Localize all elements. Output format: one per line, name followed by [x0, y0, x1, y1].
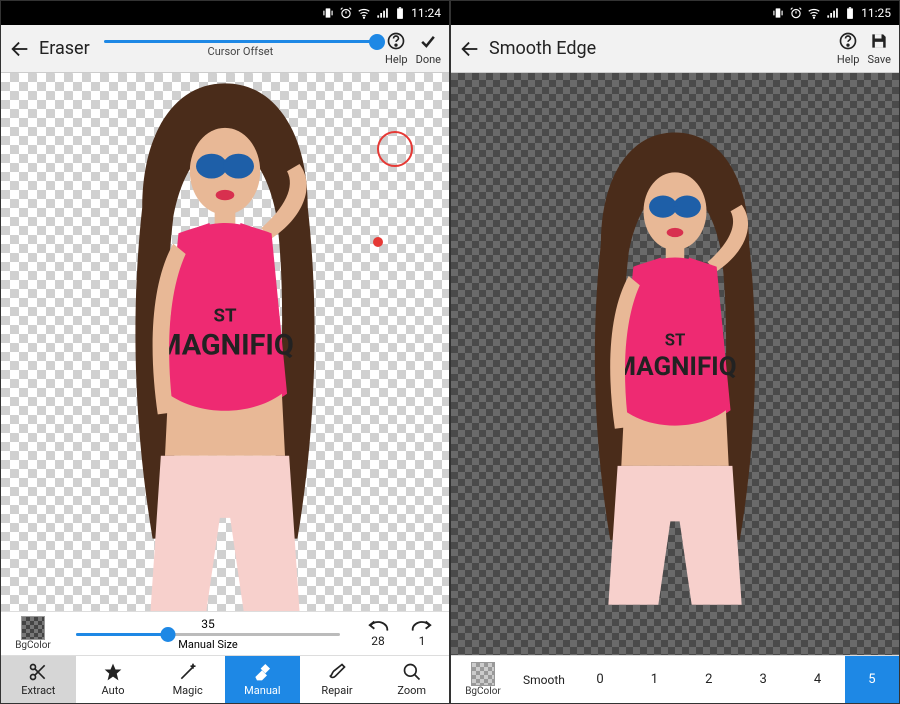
help-label: Help	[385, 53, 408, 66]
check-icon	[418, 31, 438, 51]
app-bar: Smooth Edge Help Save	[451, 25, 899, 73]
svg-text:ST: ST	[213, 304, 236, 326]
back-arrow-icon[interactable]	[459, 38, 481, 60]
wifi-icon	[807, 6, 821, 20]
tool-manual[interactable]: Manual	[225, 656, 300, 703]
tool-extract[interactable]: Extract	[1, 656, 76, 703]
done-button[interactable]: Done	[416, 31, 441, 66]
signal-icon	[825, 6, 839, 20]
redo-button[interactable]: 1	[401, 619, 443, 648]
smooth-step-4[interactable]: 4	[790, 656, 844, 703]
star-icon	[103, 662, 123, 682]
slider-fill	[76, 633, 169, 636]
manual-size-value: 35	[201, 617, 215, 631]
tool-label: Magic	[173, 684, 203, 697]
alarm-icon	[339, 6, 353, 20]
slider-thumb[interactable]	[369, 34, 385, 50]
subject-image: ST MAGNIFIQ	[64, 73, 387, 611]
manual-size-label: Manual Size	[178, 638, 238, 651]
tool-label: Repair	[321, 684, 352, 697]
help-label: Help	[837, 53, 860, 66]
manual-size-slider[interactable]: 35 Manual Size	[61, 617, 355, 651]
battery-icon	[843, 6, 857, 20]
bgcolor-swatch	[471, 662, 495, 686]
wifi-icon	[357, 6, 371, 20]
tool-label: Manual	[244, 684, 280, 697]
status-time: 11:25	[861, 6, 891, 20]
undo-count: 28	[371, 634, 385, 648]
page-title: Eraser	[39, 38, 90, 59]
cursor-touch-dot	[373, 237, 383, 247]
status-time: 11:24	[411, 6, 441, 20]
slider-track	[76, 633, 341, 636]
save-icon	[869, 31, 889, 51]
brush-icon	[327, 662, 347, 682]
save-label: Save	[867, 53, 891, 66]
phone-eraser: 11:24 Eraser Cursor Offset Help Done	[0, 0, 450, 704]
smooth-step-2[interactable]: 2	[682, 656, 736, 703]
back-arrow-icon[interactable]	[9, 38, 31, 60]
redo-icon	[411, 619, 433, 633]
help-icon	[386, 31, 406, 51]
status-bar: 11:25	[451, 1, 899, 25]
cursor-offset-ring	[377, 131, 413, 167]
redo-count: 1	[419, 634, 426, 648]
smooth-step-1[interactable]: 1	[627, 656, 681, 703]
vibrate-icon	[771, 6, 785, 20]
battery-icon	[393, 6, 407, 20]
subject-image: ST MAGNIFIQ	[536, 93, 814, 635]
tool-zoom[interactable]: Zoom	[374, 656, 449, 703]
wand-icon	[178, 662, 198, 682]
tool-magic[interactable]: Magic	[150, 656, 225, 703]
canvas[interactable]: ST MAGNIFIQ	[1, 73, 449, 611]
bgcolor-button[interactable]: BgColor	[7, 616, 59, 651]
vibrate-icon	[321, 6, 335, 20]
bgcolor-label: BgColor	[465, 686, 501, 697]
cursor-offset-label: Cursor Offset	[208, 45, 274, 58]
svg-text:ST: ST	[665, 331, 686, 350]
alarm-icon	[789, 6, 803, 20]
smooth-row: BgColor Smooth 0 1 2 3 4 5	[451, 655, 899, 703]
help-icon	[838, 31, 858, 51]
cursor-offset-slider[interactable]: Cursor Offset	[104, 40, 377, 58]
tool-label: Extract	[21, 684, 55, 697]
save-button[interactable]: Save	[867, 31, 891, 66]
undo-button[interactable]: 28	[357, 619, 399, 648]
smooth-steps: 0 1 2 3 4 5	[573, 656, 899, 703]
smooth-step-3[interactable]: 3	[736, 656, 790, 703]
app-bar: Eraser Cursor Offset Help Done	[1, 25, 449, 73]
smooth-step-0[interactable]: 0	[573, 656, 627, 703]
bgcolor-button[interactable]: BgColor	[451, 662, 515, 697]
bgcolor-swatch	[21, 616, 45, 640]
zoom-icon	[402, 662, 422, 682]
status-bar: 11:24	[1, 1, 449, 25]
canvas[interactable]: ST MAGNIFIQ	[451, 73, 899, 655]
signal-icon	[375, 6, 389, 20]
help-button[interactable]: Help	[837, 31, 860, 66]
slider-track	[104, 40, 377, 43]
slider-thumb[interactable]	[161, 627, 176, 642]
eraser-icon	[252, 662, 272, 682]
bgcolor-label: BgColor	[15, 640, 51, 651]
undo-icon	[367, 619, 389, 633]
tool-label: Zoom	[397, 684, 426, 697]
phone-smooth-edge: 11:25 Smooth Edge Help Save	[450, 0, 900, 704]
svg-text:MAGNIFIQ: MAGNIFIQ	[613, 352, 736, 382]
scissors-icon	[28, 662, 48, 682]
smooth-step-5[interactable]: 5	[845, 656, 899, 703]
tool-repair[interactable]: Repair	[300, 656, 375, 703]
tool-auto[interactable]: Auto	[76, 656, 151, 703]
manual-size-row: BgColor 35 Manual Size 28 1	[1, 611, 449, 655]
page-title: Smooth Edge	[489, 38, 596, 59]
svg-text:MAGNIFIQ: MAGNIFIQ	[156, 328, 294, 362]
tool-label: Auto	[102, 684, 125, 697]
smooth-label: Smooth	[515, 673, 573, 687]
done-label: Done	[416, 53, 441, 66]
help-button[interactable]: Help	[385, 31, 408, 66]
bottom-toolbar: Extract Auto Magic Manual Repair Zoom	[1, 655, 449, 703]
